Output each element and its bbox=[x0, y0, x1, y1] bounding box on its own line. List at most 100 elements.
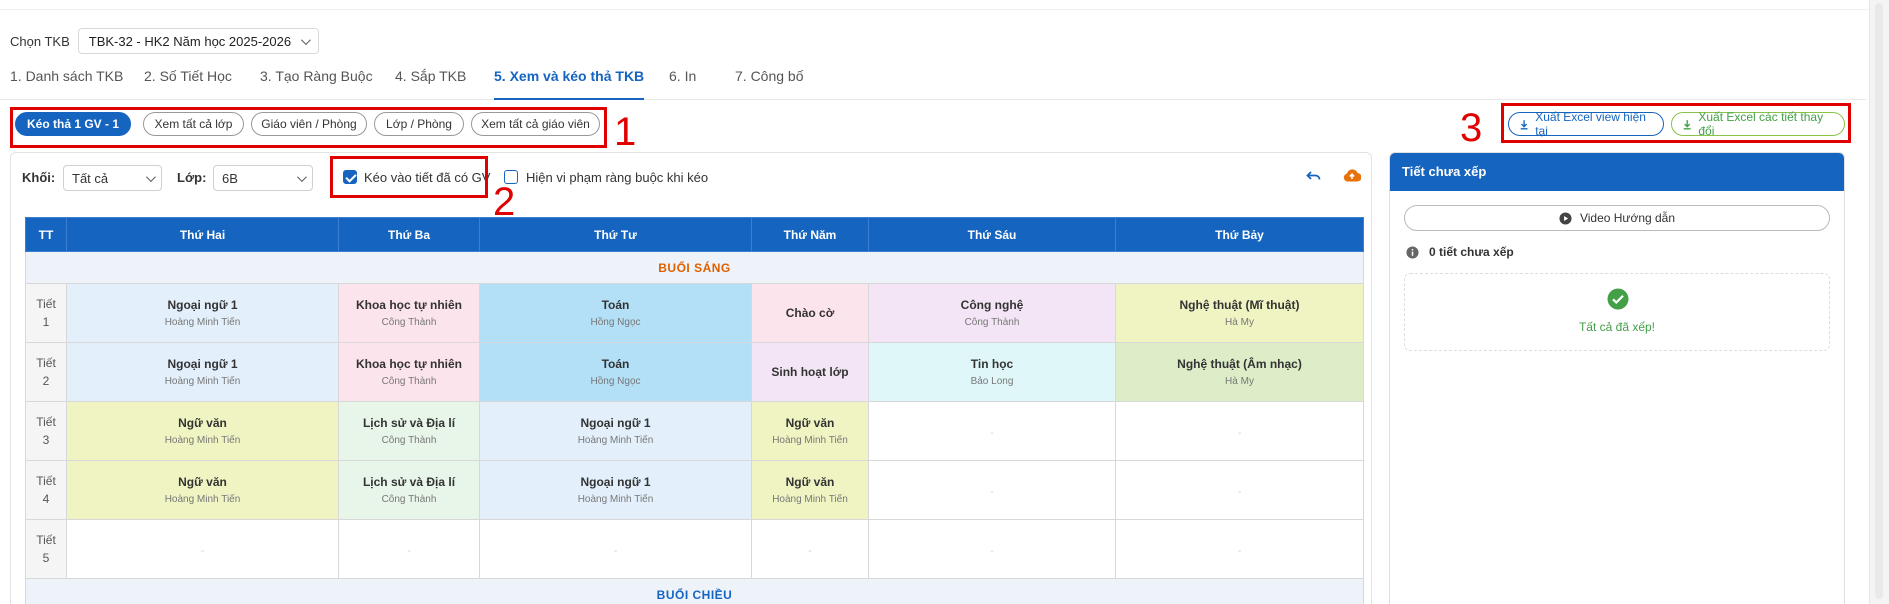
timetable-cell[interactable]: Lịch sử và Địa lí Công Thành bbox=[338, 401, 480, 461]
cell-teacher: Hoàng Minh Tiến bbox=[164, 435, 241, 446]
cell-teacher: Công Thành bbox=[381, 317, 437, 328]
timetable-grid: TT Thứ Hai Thứ Ba Thứ Tư Thứ Năm Thứ Sáu… bbox=[25, 217, 1364, 604]
cell-empty-mark: - bbox=[1237, 486, 1242, 498]
period-label-top: Tiết bbox=[36, 297, 56, 311]
timetable-cell[interactable]: Chào cờ bbox=[751, 283, 869, 343]
cell-subject: Ngữ văn bbox=[178, 416, 227, 430]
timetable-cell[interactable]: - bbox=[868, 401, 1116, 461]
period-label-top: Tiết bbox=[36, 533, 56, 547]
tab-so-tiet-hoc[interactable]: 2. Số Tiết Học bbox=[144, 66, 232, 100]
timetable-cell[interactable]: Ngữ văn Hoàng Minh Tiến bbox=[66, 460, 339, 520]
cell-teacher: Hoàng Minh Tiến bbox=[164, 494, 241, 505]
tab-in[interactable]: 6. In bbox=[669, 66, 696, 100]
tkb-select-label: Chọn TKB bbox=[10, 33, 70, 49]
timetable-cell[interactable]: Ngoại ngữ 1 Hoàng Minh Tiến bbox=[479, 460, 752, 520]
annotation-box-3 bbox=[1501, 103, 1851, 143]
timetable-cell[interactable]: - bbox=[868, 519, 1116, 579]
period-label-top: Tiết bbox=[36, 474, 56, 488]
cell-teacher: Hà My bbox=[1225, 317, 1254, 328]
info-icon bbox=[1406, 245, 1419, 259]
tkb-select-value: TBK-32 - HK2 Năm học 2025-2026 bbox=[88, 33, 292, 49]
timetable-cell[interactable]: Khoa học tự nhiên Công Thành bbox=[338, 342, 480, 402]
page-scrollbar[interactable] bbox=[1869, 0, 1889, 604]
timetable-header-row: TT Thứ Hai Thứ Ba Thứ Tư Thứ Năm Thứ Sáu… bbox=[25, 217, 1364, 252]
unscheduled-count-row: 0 tiết chưa xếp bbox=[1406, 245, 1514, 259]
cell-teacher: Hà My bbox=[1225, 376, 1254, 387]
timetable-cell[interactable]: - bbox=[338, 519, 480, 579]
tab-sap-tkb[interactable]: 4. Sắp TKB bbox=[395, 66, 466, 100]
cell-empty-mark: - bbox=[808, 545, 812, 557]
table-row: Tiết 1 Ngoại ngữ 1 Hoàng Minh Tiến Khoa học … bbox=[25, 283, 1364, 343]
cell-empty-mark: - bbox=[990, 427, 994, 439]
cell-teacher: Công Thành bbox=[381, 494, 437, 505]
timetable-cell[interactable]: Lịch sử và Địa lí Công Thành bbox=[338, 460, 480, 520]
session-label-morning: BUỔI SÁNG bbox=[25, 251, 1364, 284]
cell-teacher: Hồng Ngọc bbox=[590, 376, 641, 387]
video-guide-button[interactable]: Video Hướng dẫn bbox=[1404, 205, 1830, 231]
timetable-cell[interactable]: Ngoại ngữ 1 Hoàng Minh Tiến bbox=[66, 342, 339, 402]
cell-subject: Toán bbox=[601, 298, 630, 312]
timetable-cell[interactable]: - bbox=[1115, 519, 1364, 579]
session-label-afternoon: BUỔI CHIỀU bbox=[25, 578, 1364, 604]
all-scheduled-text: Tất cả đã xếp! bbox=[1578, 320, 1656, 334]
annotation-box-1 bbox=[10, 107, 607, 148]
cell-teacher: Hoàng Minh Tiến bbox=[577, 494, 654, 505]
table-row: Tiết 2 Ngoại ngữ 1 Hoàng Minh Tiến Khoa học … bbox=[25, 342, 1364, 402]
period-label: Tiết 3 bbox=[25, 401, 67, 461]
undo-icon[interactable] bbox=[1306, 169, 1322, 183]
timetable-cell[interactable]: - bbox=[1115, 401, 1364, 461]
check-circle-icon bbox=[1607, 288, 1629, 310]
timetable-cell[interactable]: Ngoại ngữ 1 Hoàng Minh Tiến bbox=[479, 401, 752, 461]
table-row: Tiết 5 - - - - - - bbox=[25, 519, 1364, 579]
timetable-cell[interactable]: Toán Hồng Ngọc bbox=[479, 342, 752, 402]
timetable-cell[interactable]: Sinh hoạt lớp bbox=[751, 342, 869, 402]
cell-empty-mark: - bbox=[1237, 545, 1242, 557]
timetable-cell[interactable]: Nghệ thuật (Mĩ thuật) Hà My bbox=[1115, 283, 1364, 343]
table-row: Tiết 4 Ngữ văn Hoàng Minh Tiến Lịch sử và Đị… bbox=[25, 460, 1364, 520]
timetable-cell[interactable]: Ngữ văn Hoàng Minh Tiến bbox=[751, 401, 869, 461]
timetable-cell[interactable]: - bbox=[751, 519, 869, 579]
tab-tao-rang-buoc[interactable]: 3. Tạo Ràng Buộc bbox=[260, 66, 373, 100]
timetable-cell[interactable]: Ngoại ngữ 1 Hoàng Minh Tiến bbox=[66, 283, 339, 343]
timetable-cell[interactable]: Nghệ thuật (Âm nhạc) Hà My bbox=[1115, 342, 1364, 402]
timetable-cell[interactable]: - bbox=[479, 519, 752, 579]
cell-subject: Ngoại ngữ 1 bbox=[580, 416, 651, 430]
tab-danh-sach-tkb[interactable]: 1. Danh sách TKB bbox=[10, 66, 123, 100]
timetable-cell[interactable]: Toán Hồng Ngọc bbox=[479, 283, 752, 343]
cell-empty-mark: - bbox=[407, 545, 411, 557]
top-bar bbox=[0, 0, 1889, 10]
cell-subject: Công nghệ bbox=[960, 298, 1024, 312]
timetable-cell[interactable]: Ngữ văn Hoàng Minh Tiến bbox=[751, 460, 869, 520]
col-header-thu-ba: Thứ Ba bbox=[338, 217, 480, 252]
tkb-select[interactable]: TBK-32 - HK2 Năm học 2025-2026 bbox=[77, 28, 320, 54]
cell-teacher: Hoàng Minh Tiến bbox=[577, 435, 654, 446]
period-label-top: Tiết bbox=[36, 356, 56, 370]
tab-cong-bo[interactable]: 7. Công bố bbox=[735, 66, 804, 100]
timetable-cell[interactable]: Công nghệ Công Thành bbox=[868, 283, 1116, 343]
cell-empty-mark: - bbox=[200, 545, 205, 557]
show-violations-label: Hiện vi phạm ràng buộc khi kéo bbox=[526, 170, 709, 185]
annotation-label-3: 3 bbox=[1460, 106, 1483, 150]
cell-subject: Nghệ thuật (Mĩ thuật) bbox=[1179, 298, 1300, 312]
cell-subject: Toán bbox=[601, 357, 630, 371]
play-circle-icon bbox=[1559, 211, 1572, 225]
khoi-select[interactable]: Tất cả bbox=[63, 165, 162, 191]
lop-select[interactable]: 6B bbox=[213, 165, 313, 191]
timetable-cell[interactable]: - bbox=[1115, 460, 1364, 520]
timetable-cell[interactable]: Khoa học tự nhiên Công Thành bbox=[338, 283, 480, 343]
timetable-cell[interactable]: - bbox=[66, 519, 339, 579]
lop-label: Lớp: bbox=[177, 170, 207, 185]
cell-subject: Ngữ văn bbox=[785, 475, 835, 489]
timetable-cell[interactable]: - bbox=[868, 460, 1116, 520]
cell-subject: Ngữ văn bbox=[785, 416, 835, 430]
cell-subject: Nghệ thuật (Âm nhạc) bbox=[1177, 357, 1302, 371]
lop-select-value: 6B bbox=[222, 170, 238, 186]
tab-xem-va-keo-tha[interactable]: 5. Xem và kéo thả TKB bbox=[494, 66, 645, 100]
chevron-down-icon bbox=[296, 171, 307, 182]
cell-teacher: Công Thành bbox=[381, 435, 437, 446]
timetable-cell[interactable]: Ngữ văn Hoàng Minh Tiến bbox=[66, 401, 339, 461]
cell-empty-mark: - bbox=[1237, 427, 1242, 439]
timetable-cell[interactable]: Tin học Bảo Long bbox=[868, 342, 1116, 402]
cell-subject: Khoa học tự nhiên bbox=[355, 298, 463, 312]
cloud-upload-icon[interactable] bbox=[1343, 168, 1361, 183]
